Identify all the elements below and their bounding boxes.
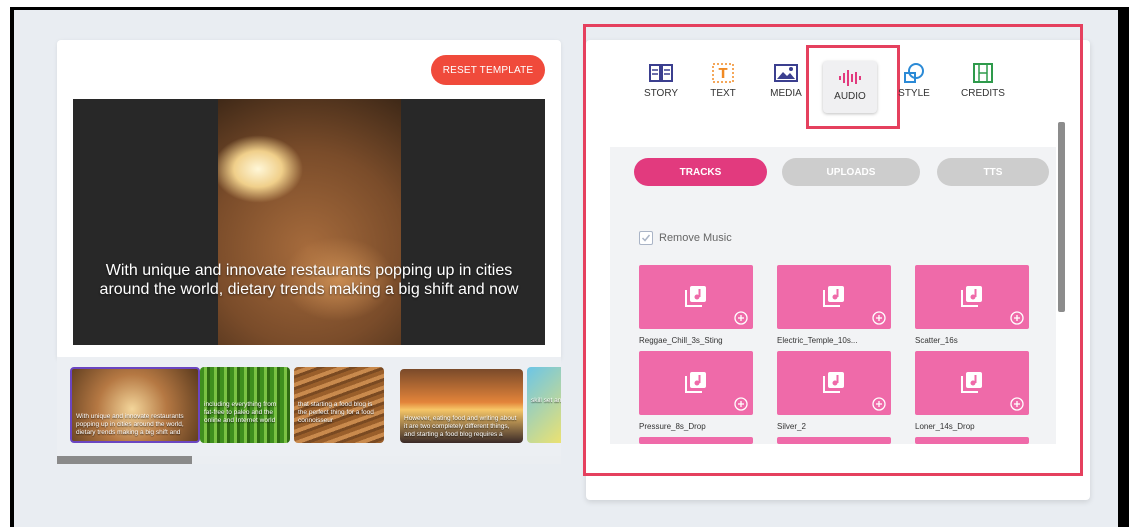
film-icon <box>973 63 993 83</box>
thumbnail-caption: including everything from fat-free to pa… <box>204 401 277 424</box>
book-icon <box>649 64 673 82</box>
tab-audio[interactable]: AUDIO <box>823 61 877 113</box>
add-circle-icon[interactable] <box>734 311 748 325</box>
track-name: Pressure_8s_Drop <box>639 422 706 431</box>
slide-thumbnail[interactable]: skill set an <box>527 367 561 443</box>
tab-story[interactable]: STORY <box>631 62 691 99</box>
panel-scrollbar[interactable] <box>1058 122 1065 312</box>
slide-thumbnail[interactable]: However, eating food and writing about i… <box>400 369 523 443</box>
tab-credits[interactable]: CREDITS <box>953 62 1013 99</box>
thumbnail-caption: However, eating food and writing about i… <box>404 415 517 438</box>
image-icon <box>774 64 798 82</box>
track-card[interactable] <box>777 265 891 329</box>
tab-label: STYLE <box>898 88 930 99</box>
preview-caption: With unique and innovate restaurants pop… <box>99 262 519 298</box>
music-library-icon <box>685 372 706 393</box>
add-circle-icon[interactable] <box>734 397 748 411</box>
reset-template-button[interactable]: RESET TEMPLATE <box>431 55 545 85</box>
track-card[interactable] <box>639 437 753 444</box>
thumbnail-caption: With unique and innovate restaurants pop… <box>76 413 184 436</box>
uploads-tab-button[interactable]: UPLOADS <box>782 158 920 186</box>
music-library-icon <box>961 372 982 393</box>
add-circle-icon[interactable] <box>872 311 886 325</box>
add-circle-icon[interactable] <box>1010 311 1024 325</box>
music-library-icon <box>961 286 982 307</box>
track-name: Silver_2 <box>777 422 806 431</box>
track-name: Loner_14s_Drop <box>915 422 975 431</box>
tab-label: CREDITS <box>961 88 1005 99</box>
track-name: Reggae_Chill_3s_Sting <box>639 336 723 345</box>
preview-image <box>218 99 401 345</box>
slide-thumbnail-strip: With unique and innovate restaurants pop… <box>57 357 561 464</box>
thumbnail-caption: skill set an <box>531 397 561 404</box>
remove-music-label: Remove Music <box>659 232 732 244</box>
thumbnail-caption: that starting a food blog is the perfect… <box>298 401 374 424</box>
remove-music-option[interactable]: Remove Music <box>639 230 732 246</box>
tracks-tab-button[interactable]: TRACKS <box>634 158 767 186</box>
music-library-icon <box>823 372 844 393</box>
tab-label: STORY <box>643 88 679 99</box>
tab-style[interactable]: STYLE <box>884 62 944 99</box>
track-card[interactable] <box>915 351 1029 415</box>
shapes-icon <box>904 63 924 83</box>
text-icon: T <box>712 63 734 83</box>
slide-preview[interactable]: With unique and innovate restaurants pop… <box>73 99 545 345</box>
track-card[interactable] <box>777 351 891 415</box>
slide-thumbnail[interactable]: including everything from fat-free to pa… <box>200 367 290 443</box>
tab-text[interactable]: T TEXT <box>693 62 753 99</box>
track-card[interactable] <box>915 437 1029 444</box>
track-card[interactable] <box>777 437 891 444</box>
audio-wave-icon <box>839 70 861 86</box>
remove-music-checkbox[interactable] <box>639 231 653 245</box>
tab-label: TEXT <box>710 88 736 99</box>
slide-thumbnail[interactable]: that starting a food blog is the perfect… <box>294 367 384 443</box>
music-library-icon <box>685 286 706 307</box>
music-library-icon <box>823 286 844 307</box>
track-name: Electric_Temple_10s... <box>777 336 858 345</box>
tab-media[interactable]: MEDIA <box>756 62 816 99</box>
track-card[interactable] <box>915 265 1029 329</box>
svg-text:T: T <box>719 67 728 82</box>
add-circle-icon[interactable] <box>1010 397 1024 411</box>
tab-label: AUDIO <box>834 91 866 102</box>
tab-label: MEDIA <box>770 88 802 99</box>
add-circle-icon[interactable] <box>872 397 886 411</box>
track-name: Scatter_16s <box>915 336 958 345</box>
tts-tab-button[interactable]: TTS <box>937 158 1049 186</box>
track-card[interactable] <box>639 351 753 415</box>
track-card[interactable] <box>639 265 753 329</box>
slide-thumbnail[interactable]: With unique and innovate restaurants pop… <box>70 367 200 443</box>
strip-scrollbar-thumb[interactable] <box>57 456 192 464</box>
check-icon <box>641 234 651 242</box>
